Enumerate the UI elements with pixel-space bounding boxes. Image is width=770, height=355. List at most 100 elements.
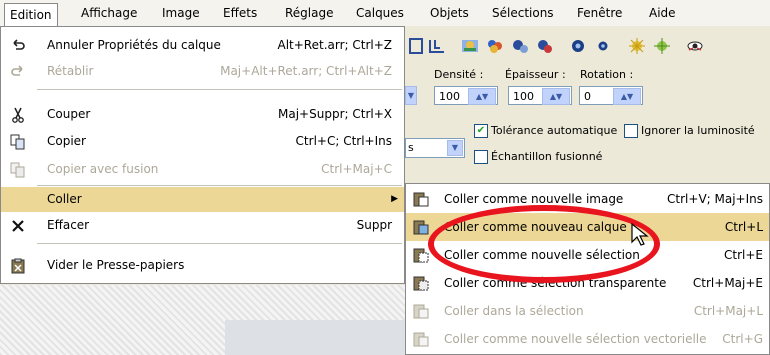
tolerance-checkbox-row[interactable]: ✔ Tolérance automatique bbox=[474, 124, 617, 138]
submenu-item-dans-selection[interactable]: Coller dans la sélection Ctrl+Maj+L bbox=[406, 297, 769, 325]
couper-shortcut: Maj+Suppr; Ctrl+X bbox=[278, 107, 392, 121]
eye-icon[interactable] bbox=[685, 36, 705, 56]
copier-shortcut: Ctrl+C; Ctrl+Ins bbox=[295, 134, 392, 148]
tool-options-bar: ▼ Densité : 100 ▲▼ Épaisseur : 100 ▲▼ Ro… bbox=[405, 64, 770, 124]
vider-label: Vider le Presse-papiers bbox=[47, 258, 185, 272]
menu-item-effacer[interactable]: Effacer Suppr bbox=[1, 213, 404, 238]
epaisseur-value: 100 bbox=[513, 90, 534, 103]
epaisseur-label: Épaisseur : bbox=[505, 68, 566, 81]
retablir-shortcut: Maj+Alt+Ret.arr; Ctrl+Alt+Z bbox=[220, 64, 392, 78]
submenu-item-selection-vectorielle[interactable]: Coller comme nouvelle sélection vectorie… bbox=[406, 325, 769, 353]
paste-vector-selection-icon bbox=[413, 331, 429, 347]
toolbar bbox=[405, 32, 770, 60]
densite-value: 100 bbox=[439, 90, 460, 103]
paste-vector-selection-label: Coller comme nouvelle sélection vectorie… bbox=[444, 332, 707, 346]
undo-icon bbox=[10, 38, 26, 54]
paste-vector-selection-shortcut: Ctrl+G bbox=[722, 332, 763, 346]
picture-tube-icon[interactable] bbox=[460, 36, 480, 56]
rotation-label: Rotation : bbox=[580, 68, 634, 81]
menu-reglage[interactable]: Réglage bbox=[280, 4, 339, 22]
menu-calques[interactable]: Calques bbox=[351, 4, 409, 22]
menu-bar: Edition Affichage Image Effets Réglage C… bbox=[0, 0, 770, 27]
rotation-field[interactable]: 0 ▲▼ bbox=[579, 86, 643, 105]
menu-fenetre[interactable]: Fenêtre bbox=[572, 4, 627, 22]
tolerance-checkbox[interactable]: ✔ bbox=[474, 124, 488, 138]
densite-spinner-icon[interactable]: ▲▼ bbox=[468, 88, 496, 105]
star-effect-icon[interactable] bbox=[627, 36, 647, 56]
copy-icon bbox=[10, 134, 26, 150]
copier-fusion-label: Copier avec fusion bbox=[47, 162, 159, 176]
menu-item-annuler[interactable]: Annuler Propriétés du calque Alt+Ret.arr… bbox=[1, 33, 404, 58]
paste-new-layer-shortcut: Ctrl+L bbox=[724, 220, 763, 234]
menu-separator bbox=[37, 243, 402, 244]
edition-dropdown-menu: Annuler Propriétés du calque Alt+Ret.arr… bbox=[0, 26, 405, 284]
menu-image[interactable]: Image bbox=[157, 4, 205, 22]
ignorer-label: Ignorer la luminosité bbox=[641, 124, 755, 137]
copier-fusion-shortcut: Ctrl+Maj+C bbox=[321, 162, 392, 176]
object-tool-icon[interactable] bbox=[568, 36, 588, 56]
clear-x-icon bbox=[10, 218, 26, 234]
layer-tool-icon[interactable] bbox=[427, 36, 447, 56]
menu-affichage[interactable]: Affichage bbox=[76, 4, 142, 22]
menu-objets[interactable]: Objets bbox=[425, 4, 474, 22]
rotation-value: 0 bbox=[584, 90, 591, 103]
menu-item-couper[interactable]: Couper Maj+Suppr; Ctrl+X bbox=[1, 102, 404, 127]
paste-into-selection-icon bbox=[413, 303, 429, 319]
ignorer-checkbox[interactable] bbox=[624, 124, 638, 138]
blend-mode-value: s bbox=[408, 141, 414, 154]
menu-item-copier-fusion[interactable]: Copier avec fusion Ctrl+Maj+C bbox=[1, 157, 404, 182]
paste-new-selection-icon bbox=[413, 247, 429, 263]
menu-separator bbox=[37, 185, 402, 186]
echantillon-checkbox-row[interactable]: Échantillon fusionné bbox=[474, 150, 602, 164]
image-preview bbox=[225, 320, 405, 355]
annuler-label: Annuler Propriétés du calque bbox=[47, 38, 221, 52]
menu-item-vider-presse-papiers[interactable]: Vider le Presse-papiers bbox=[1, 253, 404, 278]
menu-aide[interactable]: Aide bbox=[644, 4, 681, 22]
paste-into-selection-label: Coller dans la sélection bbox=[444, 304, 584, 318]
paste-new-selection-shortcut: Ctrl+E bbox=[724, 248, 763, 262]
empty-clipboard-icon bbox=[10, 258, 26, 274]
paste-into-selection-shortcut: Ctrl+Maj+L bbox=[693, 304, 763, 318]
star-effect-alt-icon[interactable] bbox=[652, 36, 672, 56]
densite-field[interactable]: 100 ▲▼ bbox=[434, 86, 498, 105]
redo-icon bbox=[10, 64, 26, 80]
copy-merged-icon bbox=[10, 162, 26, 178]
menu-item-coller[interactable]: Coller ▶ bbox=[1, 187, 404, 212]
color-bucket-icon[interactable] bbox=[485, 36, 505, 56]
selection-color-icon[interactable] bbox=[535, 36, 555, 56]
object-small-icon[interactable] bbox=[593, 36, 613, 56]
copier-label: Copier bbox=[47, 134, 86, 148]
annotation-oval bbox=[428, 205, 660, 283]
coller-label: Coller bbox=[47, 192, 82, 206]
menu-selections[interactable]: Sélections bbox=[487, 4, 559, 22]
paste-new-layer-icon bbox=[413, 219, 429, 235]
frame-tool-icon[interactable] bbox=[407, 36, 427, 56]
menu-separator bbox=[37, 89, 402, 90]
menu-item-copier[interactable]: Copier Ctrl+C; Ctrl+Ins bbox=[1, 129, 404, 154]
mouse-cursor-icon bbox=[630, 222, 652, 248]
epaisseur-spinner-icon[interactable]: ▲▼ bbox=[542, 88, 570, 105]
submenu-arrow-icon: ▶ bbox=[391, 194, 398, 204]
scissors-icon bbox=[10, 107, 26, 123]
select-color-icon[interactable] bbox=[510, 36, 530, 56]
tolerance-label: Tolérance automatique bbox=[491, 124, 618, 137]
effacer-shortcut: Suppr bbox=[356, 218, 392, 232]
menu-effets[interactable]: Effets bbox=[218, 4, 262, 22]
echantillon-checkbox[interactable] bbox=[474, 150, 488, 164]
ignorer-checkbox-row[interactable]: Ignorer la luminosité bbox=[624, 124, 755, 138]
annuler-shortcut: Alt+Ret.arr; Ctrl+Z bbox=[277, 38, 393, 52]
blend-mode-select[interactable]: s ▼ bbox=[405, 138, 465, 158]
rotation-spinner-icon[interactable]: ▲▼ bbox=[613, 88, 641, 105]
echantillon-label: Échantillon fusionné bbox=[491, 150, 603, 163]
epaisseur-field[interactable]: 100 ▲▼ bbox=[508, 86, 572, 105]
couper-label: Couper bbox=[47, 107, 91, 121]
left-dropdown-arrow-icon[interactable]: ▼ bbox=[405, 86, 417, 105]
effacer-label: Effacer bbox=[47, 218, 90, 232]
paste-new-image-icon bbox=[413, 191, 429, 207]
densite-label: Densité : bbox=[434, 68, 484, 81]
paste-transparent-selection-icon bbox=[413, 275, 429, 291]
blend-mode-arrow-icon[interactable]: ▼ bbox=[447, 140, 463, 156]
paste-transparent-selection-shortcut: Ctrl+Maj+E bbox=[692, 276, 763, 290]
menu-item-retablir[interactable]: Rétablir Maj+Alt+Ret.arr; Ctrl+Alt+Z bbox=[1, 59, 404, 84]
menu-edition[interactable]: Edition bbox=[4, 3, 58, 26]
